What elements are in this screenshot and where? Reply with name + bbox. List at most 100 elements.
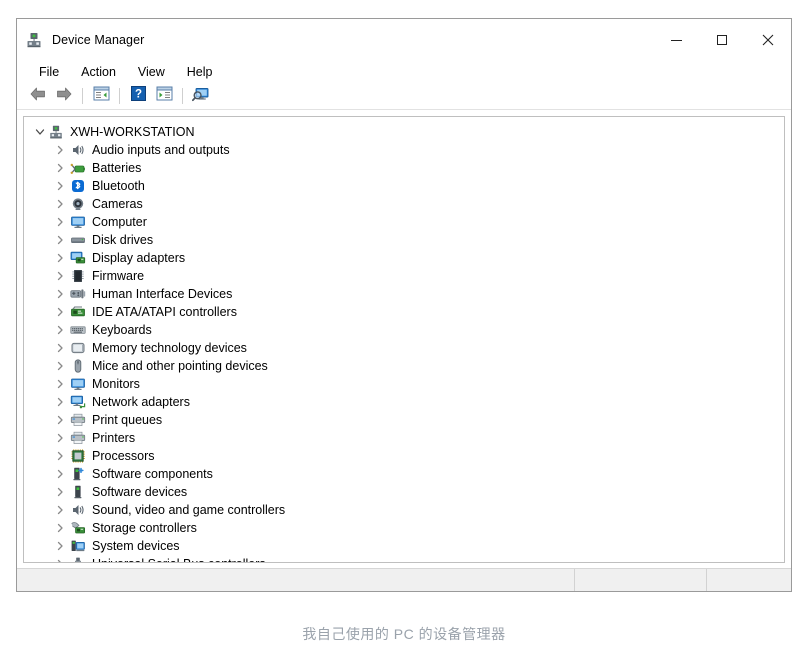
chevron-right-icon[interactable] [52,466,68,482]
tree-item-label: Network adapters [92,395,190,409]
chevron-right-icon[interactable] [52,538,68,554]
menu-bar: File Action View Help [17,61,791,83]
tree-item-universal-serial-bus-controllers[interactable]: Universal Serial Bus controllers [24,555,784,562]
tree-item-batteries[interactable]: Batteries [24,159,784,177]
chevron-right-icon[interactable] [52,142,68,158]
tree-item-storage-controllers[interactable]: Storage controllers [24,519,784,537]
screenshot-root: Device Manager File Action View Help ? X… [0,0,808,655]
chevron-right-icon[interactable] [52,412,68,428]
chevron-right-icon[interactable] [52,556,68,562]
tree-item-software-components[interactable]: Software components [24,465,784,483]
memory-device-icon [70,340,86,356]
maximize-button[interactable] [699,19,745,61]
tree-item-label: Print queues [92,413,163,427]
tree-item-ide-ata-atapi-controllers[interactable]: IDE ATA/ATAPI controllers [24,303,784,321]
disk-drive-icon [70,232,86,248]
network-adapter-icon [70,394,86,410]
close-button[interactable] [745,19,791,61]
device-manager-icon [25,31,43,49]
chevron-right-icon[interactable] [52,304,68,320]
chevron-right-icon[interactable] [52,520,68,536]
chevron-right-icon[interactable] [52,268,68,284]
tree-item-monitors[interactable]: Monitors [24,375,784,393]
chevron-right-icon[interactable] [52,376,68,392]
speaker-icon [70,502,86,518]
show-hide-console-tree-button[interactable] [88,84,114,108]
window-controls [653,19,791,61]
tree-item-disk-drives[interactable]: Disk drives [24,231,784,249]
tree-item-label: Storage controllers [92,521,197,535]
chevron-right-icon[interactable] [52,484,68,500]
tree-item-label: Disk drives [92,233,154,247]
tree-item-label: Batteries [92,161,142,175]
tree-item-network-adapters[interactable]: Network adapters [24,393,784,411]
device-tree-panel[interactable]: XWH-WORKSTATION Audio inputs and outputs… [23,116,785,563]
toolbar-separator [82,88,83,104]
tree-item-keyboards[interactable]: Keyboards [24,321,784,339]
forward-button[interactable] [51,84,77,108]
scan-hardware-changes-button[interactable] [188,84,214,108]
chevron-right-icon[interactable] [52,448,68,464]
status-pane-main [17,569,575,591]
monitor-icon [70,214,86,230]
tree-item-memory-technology-devices[interactable]: Memory technology devices [24,339,784,357]
menu-action[interactable]: Action [81,65,116,79]
menu-view[interactable]: View [138,65,165,79]
scan-hardware-changes-icon [192,86,210,107]
chevron-down-icon[interactable] [32,124,48,140]
tree-item-bluetooth[interactable]: Bluetooth [24,177,784,195]
chevron-right-icon[interactable] [52,232,68,248]
camera-icon [70,196,86,212]
chevron-right-icon[interactable] [52,196,68,212]
tree-root-node[interactable]: XWH-WORKSTATION [24,123,784,141]
ide-controller-icon [70,304,86,320]
status-bar [17,568,791,591]
tree-item-processors[interactable]: Processors [24,447,784,465]
tree-item-display-adapters[interactable]: Display adapters [24,249,784,267]
printer-icon [70,430,86,446]
tree-item-print-queues[interactable]: Print queues [24,411,784,429]
chevron-right-icon[interactable] [52,322,68,338]
tree-item-label: System devices [92,539,180,553]
toolbar-separator [182,88,183,104]
tree-item-mice-and-other-pointing-devices[interactable]: Mice and other pointing devices [24,357,784,375]
tree-item-human-interface-devices[interactable]: Human Interface Devices [24,285,784,303]
chevron-right-icon[interactable] [52,502,68,518]
tree-item-cameras[interactable]: Cameras [24,195,784,213]
tree-item-software-devices[interactable]: Software devices [24,483,784,501]
help-button[interactable]: ? [125,84,151,108]
tree-item-audio-inputs-and-outputs[interactable]: Audio inputs and outputs [24,141,784,159]
chevron-right-icon[interactable] [52,430,68,446]
storage-controller-icon [70,520,86,536]
chevron-right-icon[interactable] [52,214,68,230]
chevron-right-icon[interactable] [52,340,68,356]
tree-item-label: Bluetooth [92,179,145,193]
tree-item-sound-video-and-game-controllers[interactable]: Sound, video and game controllers [24,501,784,519]
chevron-right-icon[interactable] [52,160,68,176]
properties-button[interactable] [151,84,177,108]
chevron-right-icon[interactable] [52,250,68,266]
chevron-right-icon[interactable] [52,358,68,374]
close-icon [762,34,774,46]
menu-file[interactable]: File [39,65,59,79]
device-manager-window: Device Manager File Action View Help ? X… [16,18,792,592]
back-button[interactable] [25,84,51,108]
keyboard-icon [70,322,86,338]
tree-item-computer[interactable]: Computer [24,213,784,231]
chevron-right-icon[interactable] [52,394,68,410]
chevron-right-icon[interactable] [52,178,68,194]
back-arrow-icon [29,86,47,107]
tree-item-system-devices[interactable]: System devices [24,537,784,555]
hid-gamepad-icon [70,286,86,302]
firmware-chip-icon [70,268,86,284]
tree-item-label: Memory technology devices [92,341,247,355]
chevron-right-icon[interactable] [52,286,68,302]
menu-help[interactable]: Help [187,65,213,79]
tree-item-printers[interactable]: Printers [24,429,784,447]
device-tree: XWH-WORKSTATION Audio inputs and outputs… [24,117,784,562]
tree-item-label: Mice and other pointing devices [92,359,268,373]
tree-item-label: Processors [92,449,155,463]
processor-chip-icon [70,448,86,464]
minimize-button[interactable] [653,19,699,61]
tree-item-firmware[interactable]: Firmware [24,267,784,285]
